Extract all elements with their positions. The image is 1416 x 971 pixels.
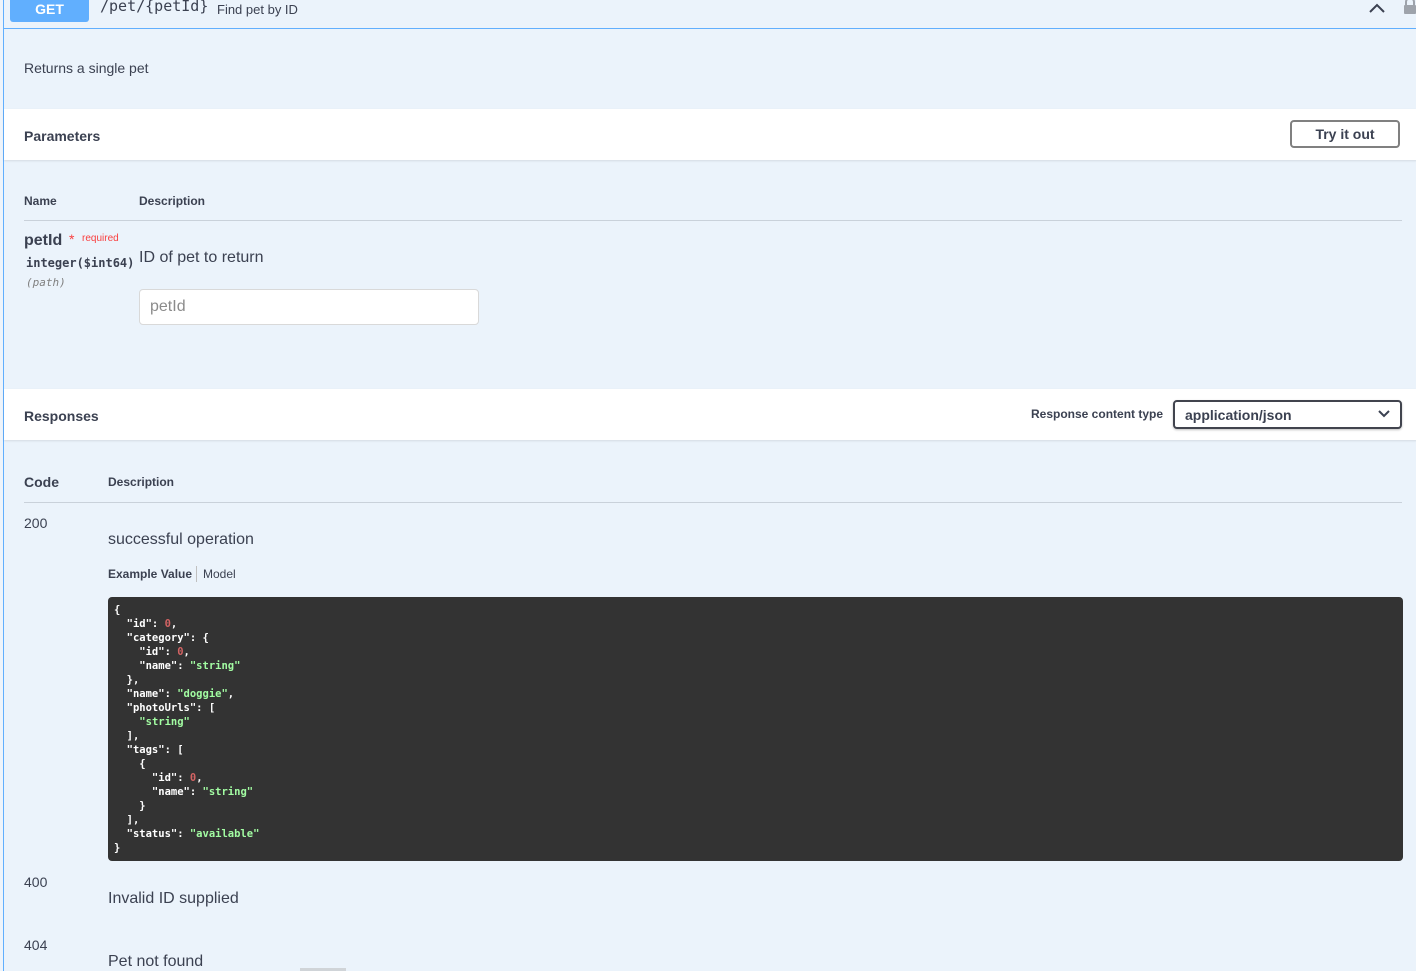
select-value: application/json bbox=[1185, 407, 1292, 423]
param-location: (path) bbox=[26, 276, 66, 289]
chevron-down-icon bbox=[1378, 410, 1390, 418]
response-content-type-label: Response content type bbox=[1031, 407, 1164, 421]
tab-example-value[interactable]: Example Value bbox=[108, 567, 192, 581]
required-star: * bbox=[69, 231, 75, 247]
resp-table-divider bbox=[24, 502, 1402, 503]
response-code: 404 bbox=[24, 937, 48, 953]
param-name: petId bbox=[24, 232, 63, 249]
try-it-out-button[interactable]: Try it out bbox=[1290, 120, 1400, 148]
operation-block: GET /pet/{petId} Find pet by ID Returns … bbox=[3, 0, 1416, 971]
parameters-title: Parameters bbox=[24, 128, 101, 144]
resp-col-code: Code bbox=[24, 474, 59, 490]
pet-id-input[interactable] bbox=[139, 289, 479, 325]
operation-description: Returns a single pet bbox=[24, 60, 149, 76]
param-col-description: Description bbox=[139, 194, 206, 208]
operation-summary-text: Find pet by ID bbox=[217, 2, 298, 17]
param-col-name: Name bbox=[24, 194, 57, 208]
example-value-code[interactable]: { "id": 0, "category": { "id": 0, "name"… bbox=[108, 597, 1403, 861]
http-method-badge: GET bbox=[10, 0, 89, 22]
tab-model[interactable]: Model bbox=[203, 567, 236, 581]
operation-path: /pet/{petId} bbox=[100, 0, 209, 15]
lock-icon[interactable] bbox=[1403, 0, 1416, 14]
response-description: successful operation bbox=[108, 531, 254, 548]
chevron-up-icon[interactable] bbox=[1368, 2, 1386, 14]
required-label: required bbox=[82, 233, 119, 244]
operation-summary[interactable]: GET /pet/{petId} Find pet by ID bbox=[4, 0, 1416, 29]
responses-header: Responses Response content type applicat… bbox=[4, 389, 1416, 440]
param-table-divider bbox=[24, 220, 1402, 221]
param-description: ID of pet to return bbox=[139, 249, 264, 266]
responses-title: Responses bbox=[24, 408, 99, 424]
response-description: Invalid ID supplied bbox=[108, 890, 239, 907]
parameters-header: Parameters Try it out bbox=[4, 109, 1416, 160]
response-code: 200 bbox=[24, 515, 48, 531]
response-code: 400 bbox=[24, 874, 48, 890]
response-description: Pet not found bbox=[108, 953, 204, 970]
response-content-type-select[interactable]: application/json bbox=[1173, 400, 1402, 429]
param-type: integer($int64) bbox=[26, 256, 135, 270]
resp-col-description: Description bbox=[108, 475, 175, 489]
tab-divider bbox=[196, 566, 197, 582]
